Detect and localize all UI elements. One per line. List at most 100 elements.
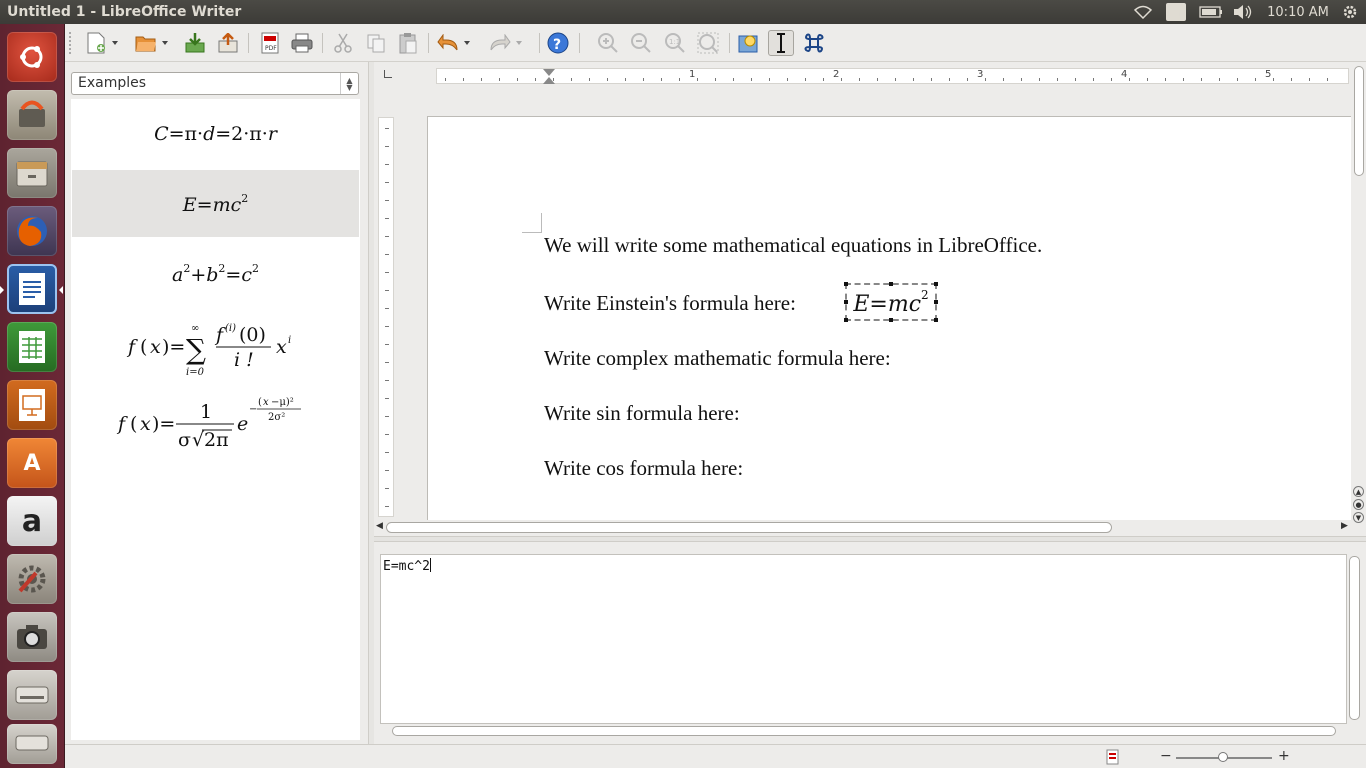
scroll-right-icon[interactable]: ▶ xyxy=(1341,521,1348,531)
example-formula-3: a2+b2=c2 xyxy=(172,262,259,286)
vertical-ruler[interactable] xyxy=(378,117,394,517)
example-formula-1: C=π·d=2·π·r xyxy=(154,123,277,145)
libreoffice-calc-icon[interactable] xyxy=(7,322,57,372)
example-einstein[interactable]: E=mc2 xyxy=(72,170,359,237)
scroll-left-icon[interactable]: ◀ xyxy=(376,521,383,531)
doc-line-2[interactable]: Write Einstein's formula here: xyxy=(544,291,796,316)
zoom-in-button[interactable]: + xyxy=(1278,748,1290,764)
formula-cursor-button[interactable] xyxy=(768,30,794,56)
zoom-slider-handle[interactable] xyxy=(1218,752,1228,762)
vertical-scroll-thumb[interactable] xyxy=(1354,66,1364,176)
selection-handle[interactable] xyxy=(844,318,848,322)
battery-icon[interactable] xyxy=(1198,3,1224,21)
command-horizontal-scrollbar[interactable] xyxy=(380,725,1347,738)
firefox-icon[interactable] xyxy=(7,206,57,256)
svg-text:x: x xyxy=(263,397,269,408)
horizontal-ruler[interactable]: 1 2 3 4 5 xyxy=(436,68,1349,84)
document-vertical-scrollbar[interactable]: ▲ ● ▼ xyxy=(1351,62,1366,538)
ruler-tick xyxy=(385,488,389,489)
tab-stop-type-icon[interactable] xyxy=(384,70,392,78)
doc-line-5[interactable]: Write cos formula here: xyxy=(544,456,743,481)
svg-text:∞: ∞ xyxy=(191,323,199,334)
undo-button[interactable] xyxy=(435,30,470,56)
cut-icon[interactable] xyxy=(330,30,356,56)
symbols-icon[interactable] xyxy=(801,30,827,56)
amazon-icon[interactable]: a xyxy=(7,496,57,546)
volume-icon[interactable] xyxy=(1232,3,1254,21)
redo-button[interactable] xyxy=(487,30,522,56)
document-horizontal-scrollbar[interactable]: ◀ ▶ xyxy=(374,520,1351,534)
command-horizontal-thumb[interactable] xyxy=(392,726,1336,736)
selection-handle[interactable] xyxy=(844,282,848,286)
embedded-formula-object[interactable]: E=mc2 xyxy=(844,282,938,322)
next-page-button[interactable]: ▼ xyxy=(1353,512,1364,523)
dash-home-icon[interactable] xyxy=(7,32,57,82)
keyboard-language-indicator[interactable]: En xyxy=(1166,3,1186,21)
doc-line-3[interactable]: Write complex mathematic formula here: xyxy=(544,346,891,371)
zoom-out-button[interactable]: − xyxy=(1160,748,1172,764)
document-area: 1 2 3 4 5 We will write some mathematica… xyxy=(374,62,1366,538)
select-arrows-icon: ▲ ▼ xyxy=(340,73,358,94)
power-gear-icon[interactable] xyxy=(1340,3,1360,21)
export-pdf-button[interactable]: PDF xyxy=(257,30,283,56)
ruler-tick xyxy=(1039,78,1040,81)
disk-drive-icon[interactable] xyxy=(7,670,57,720)
help-icon[interactable]: ? xyxy=(545,30,571,56)
indent-marker-top[interactable] xyxy=(543,69,555,76)
zoom-in-icon[interactable] xyxy=(595,30,621,56)
selection-handle[interactable] xyxy=(844,300,848,304)
elements-category-select[interactable]: Examples ▲ ▼ xyxy=(71,72,359,95)
wifi-icon[interactable] xyxy=(1132,3,1154,21)
new-document-button[interactable] xyxy=(83,30,118,56)
update-formula-icon[interactable] xyxy=(735,30,761,56)
clock[interactable]: 10:10 AM xyxy=(1266,3,1330,21)
previous-page-button[interactable]: ▲ xyxy=(1353,486,1364,497)
svg-text:x: x xyxy=(276,336,287,358)
example-taylor-series[interactable]: f ( x )= ∑ ∞ i=0 f (i) (0) i ! x i xyxy=(72,311,359,383)
command-vertical-scrollbar[interactable] xyxy=(1348,554,1362,738)
paste-icon[interactable] xyxy=(395,30,421,56)
example-circle-circumference[interactable]: C=π·d=2·π·r xyxy=(72,99,359,169)
selection-handle[interactable] xyxy=(889,282,893,286)
zoom-out-icon[interactable] xyxy=(628,30,654,56)
navigation-button[interactable]: ● xyxy=(1353,499,1364,510)
svg-text:i !: i ! xyxy=(234,349,254,371)
show-all-icon[interactable] xyxy=(695,30,721,56)
ubuntu-one-icon[interactable] xyxy=(7,90,57,140)
ruler-tick xyxy=(769,78,770,81)
libreoffice-impress-icon[interactable] xyxy=(7,380,57,430)
toolbar-grip[interactable] xyxy=(69,32,72,54)
ruler-tick xyxy=(679,78,680,81)
command-vertical-thumb[interactable] xyxy=(1349,556,1360,720)
system-settings-icon[interactable] xyxy=(7,554,57,604)
libreoffice-writer-icon[interactable] xyxy=(7,264,57,314)
ruler-tick xyxy=(445,78,446,81)
save-button[interactable] xyxy=(182,30,208,56)
doc-line-4[interactable]: Write sin formula here: xyxy=(544,401,740,426)
formula-command-input[interactable]: E=mc^2 xyxy=(380,554,1347,724)
screenshot-camera-icon[interactable] xyxy=(7,612,57,662)
open-button[interactable] xyxy=(133,30,168,56)
example-pythagoras[interactable]: a2+b2=c2 xyxy=(72,239,359,309)
unity-launcher: A a xyxy=(0,24,65,768)
selection-handle[interactable] xyxy=(934,318,938,322)
horizontal-scroll-thumb[interactable] xyxy=(386,522,1112,533)
doc-line-1[interactable]: We will write some mathematical equation… xyxy=(544,233,1042,258)
example-normal-distribution[interactable]: f ( x )= 1 σ √ 2π e − ( x −μ)² 2σ² xyxy=(72,385,359,461)
send-email-button[interactable] xyxy=(215,30,241,56)
files-icon[interactable] xyxy=(7,148,57,198)
svg-text:x: x xyxy=(150,336,161,358)
document-page[interactable]: We will write some mathematical equation… xyxy=(427,116,1352,524)
copy-icon[interactable] xyxy=(363,30,389,56)
print-button[interactable] xyxy=(289,30,315,56)
ruler-tick xyxy=(949,78,950,81)
selection-handle[interactable] xyxy=(889,318,893,322)
svg-text:1: 1 xyxy=(200,401,212,423)
selection-handle[interactable] xyxy=(934,282,938,286)
selection-handle[interactable] xyxy=(934,300,938,304)
software-center-icon[interactable]: A xyxy=(7,438,57,488)
zoom-100-icon[interactable]: 1:1 xyxy=(662,30,688,56)
document-modified-icon[interactable] xyxy=(1106,749,1120,768)
disk-drive-2-icon[interactable] xyxy=(7,724,57,764)
elements-panel: Examples ▲ ▼ C=π·d=2·π·r E=mc2 a2+b2=c2 f… xyxy=(65,62,370,744)
